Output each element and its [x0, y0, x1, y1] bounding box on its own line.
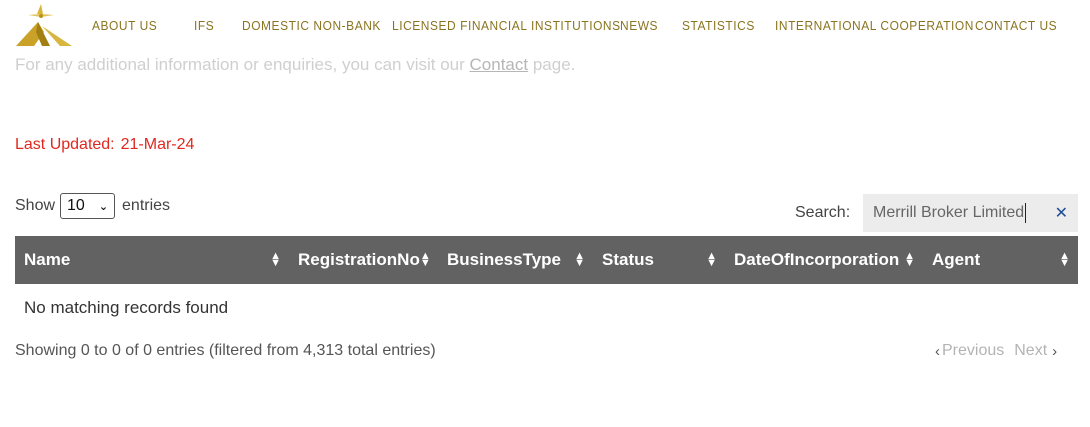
column-header-businesstype[interactable]: BusinessType ▲ ▼ — [438, 236, 593, 284]
text-caret — [1025, 203, 1027, 223]
sort-icon: ▲ ▼ — [270, 250, 281, 269]
sort-icon: ▲ ▼ — [419, 250, 431, 269]
last-updated: Last Updated: 21-Mar-24 — [15, 136, 194, 154]
nav-news[interactable]: NEWS — [620, 18, 658, 33]
search-input-value: Merrill Broker Limited — [873, 204, 1025, 221]
column-label: RegistrationNo — [298, 250, 420, 269]
last-updated-label: Last Updated: — [15, 136, 115, 153]
intro-after: page. — [528, 55, 576, 74]
show-label: Show — [15, 197, 56, 214]
table-info: Showing 0 to 0 of 0 entries (filtered fr… — [15, 342, 436, 359]
nav-contact-us[interactable]: CONTACT US — [975, 18, 1057, 33]
empty-table-message: No matching records found — [24, 298, 229, 317]
nav-international-cooperation[interactable]: INTERNATIONAL COOPERATION — [775, 18, 974, 33]
entries-select[interactable]: 10 ⌄ — [60, 193, 116, 219]
intro-before: For any additional information or enquir… — [15, 55, 470, 74]
search-label: Search: — [795, 204, 851, 221]
nav-about-us[interactable]: ABOUT US — [92, 18, 157, 33]
chevron-right-icon: › — [1052, 342, 1058, 360]
last-updated-date: 21-Mar-24 — [120, 136, 195, 153]
column-header-registrationno[interactable]: RegistrationNo ▲ ▼ — [289, 236, 438, 284]
entries-label: entries — [122, 197, 171, 214]
column-label: Agent — [932, 250, 981, 269]
column-header-status[interactable]: Status ▲ ▼ — [593, 236, 725, 284]
column-label: Status — [602, 250, 654, 269]
results-table: Name ▲ ▼ RegistrationNo ▲ ▼ BusinessType ▲… — [15, 236, 1078, 332]
chevron-left-icon: ‹ — [935, 342, 940, 360]
column-label: BusinessType — [447, 250, 562, 269]
column-header-name[interactable]: Name ▲ ▼ — [15, 236, 289, 284]
intro-text: For any additional information or enquir… — [15, 55, 575, 75]
entries-length-control: Show 10 ⌄ entries — [15, 193, 170, 219]
nav-licensed-financial-institutions[interactable]: LICENSED FINANCIAL INSTITUTIONS — [392, 18, 621, 33]
sort-icon: ▲ ▼ — [706, 250, 717, 269]
site-header: ABOUT US IFS DOMESTIC NON-BANK LICENSED … — [0, 0, 1090, 50]
column-label: DateOfIncorporation — [734, 250, 900, 269]
chevron-down-icon: ⌄ — [98, 200, 109, 213]
main-nav: ABOUT US IFS DOMESTIC NON-BANK LICENSED … — [92, 18, 1057, 33]
pagination: ‹ Previous Next › — [935, 342, 1057, 360]
next-page-button[interactable]: Next — [1014, 342, 1047, 360]
column-header-dateofincorporation[interactable]: DateOfIncorporation ▲ ▼ — [725, 236, 923, 284]
nav-statistics[interactable]: STATISTICS — [682, 18, 755, 33]
column-header-agent[interactable]: Agent ▲ ▼ — [923, 236, 1078, 284]
sort-icon: ▲ ▼ — [574, 250, 585, 269]
logo-icon[interactable] — [14, 2, 74, 48]
previous-page-button[interactable]: Previous — [942, 342, 1004, 360]
sort-icon: ▲ ▼ — [1059, 250, 1070, 269]
contact-link[interactable]: Contact — [470, 55, 529, 74]
clear-search-icon[interactable]: ✕ — [1055, 203, 1068, 223]
table-header: Name ▲ ▼ RegistrationNo ▲ ▼ BusinessType ▲… — [15, 236, 1078, 284]
sort-icon: ▲ ▼ — [904, 250, 915, 269]
search-input[interactable]: Merrill Broker Limited ✕ — [863, 194, 1078, 232]
entries-select-value: 10 — [67, 197, 85, 214]
column-label: Name — [24, 250, 71, 269]
nav-ifs[interactable]: IFS — [194, 18, 214, 33]
nav-domestic-non-bank[interactable]: DOMESTIC NON-BANK — [242, 18, 381, 33]
